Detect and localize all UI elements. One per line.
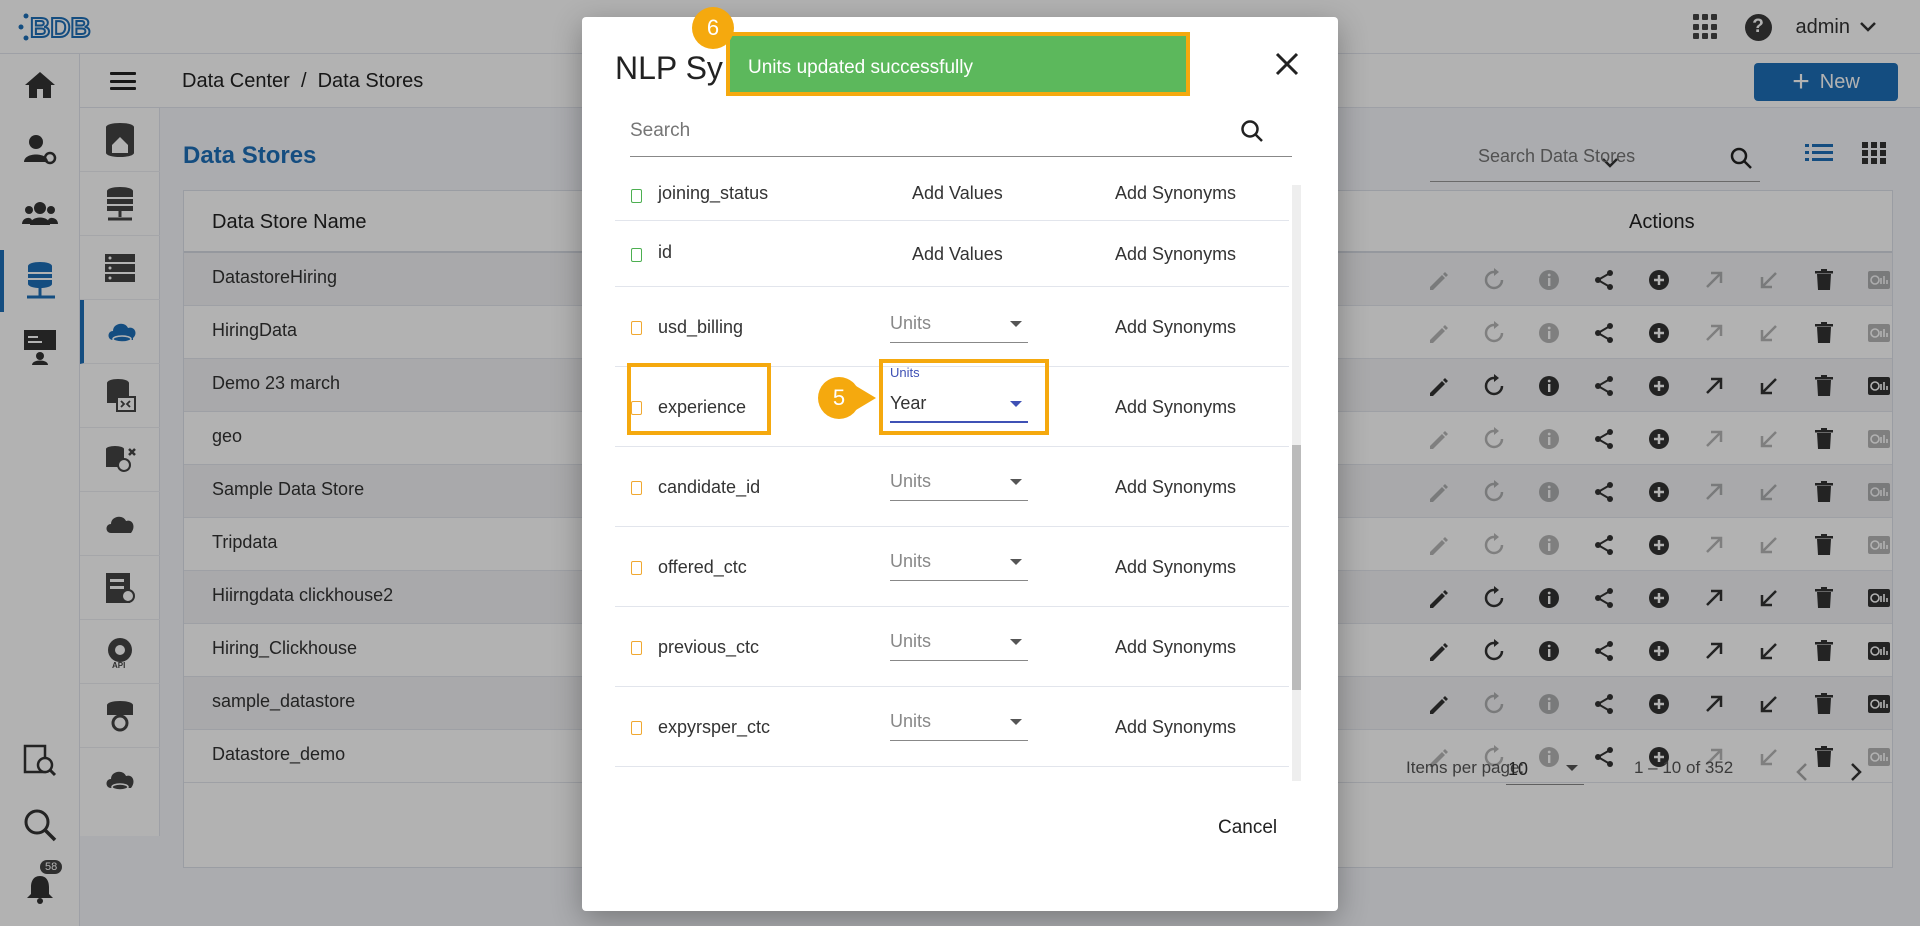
caret-down-icon: [1010, 479, 1022, 485]
list-item: id Add Values Add Synonyms: [615, 221, 1289, 287]
checkbox[interactable]: [631, 481, 642, 495]
units-select-value: Units: [890, 551, 932, 571]
column-name: previous_ctc: [658, 637, 760, 657]
modal-search-input[interactable]: [630, 111, 1230, 151]
units-select-value: Units: [890, 471, 932, 491]
highlight-experience: [627, 363, 771, 435]
list-item: previous_ctc Units Add Synonyms: [615, 607, 1289, 687]
success-toast: Units updated successfully: [726, 32, 1190, 96]
column-name: offered_ctc: [658, 557, 747, 577]
add-synonyms-link[interactable]: Add Synonyms: [1115, 477, 1236, 498]
scrollbar-thumb[interactable]: [1292, 445, 1301, 690]
column-name: usd_billing: [658, 317, 744, 337]
units-select[interactable]: Units: [890, 465, 1028, 501]
column-name: candidate_id: [658, 477, 761, 497]
caret-down-icon: [1010, 639, 1022, 645]
list-scrollbar[interactable]: [1292, 185, 1301, 781]
units-select[interactable]: Units: [890, 625, 1028, 661]
list-item: candidate_id Units Add Synonyms: [615, 447, 1289, 527]
add-synonyms-link[interactable]: Add Synonyms: [1115, 317, 1236, 338]
units-select[interactable]: Units: [890, 545, 1028, 581]
add-values-link[interactable]: Add Values: [912, 185, 1003, 204]
column-name: id: [658, 242, 673, 262]
add-synonyms-link[interactable]: Add Synonyms: [1115, 637, 1236, 658]
list-item: usd_billing Units Add Synonyms: [615, 287, 1289, 367]
column-name: joining_status: [658, 185, 769, 203]
checkbox[interactable]: [631, 189, 642, 203]
add-values-link[interactable]: Add Values: [912, 244, 1003, 265]
caret-down-icon: [1010, 719, 1022, 725]
search-icon[interactable]: [1240, 119, 1264, 143]
callout-pointer: [856, 386, 876, 410]
cancel-button[interactable]: Cancel: [1218, 817, 1277, 839]
caret-down-icon: [1010, 321, 1022, 327]
units-select-value: Units: [890, 631, 932, 651]
column-name: expyrsper_ctc: [658, 717, 771, 737]
checkbox[interactable]: [631, 721, 642, 735]
add-synonyms-link[interactable]: Add Synonyms: [1115, 244, 1236, 265]
checkbox[interactable]: [631, 641, 642, 655]
add-synonyms-link[interactable]: Add Synonyms: [1115, 185, 1236, 204]
units-select-value: Units: [890, 711, 932, 731]
checkbox[interactable]: [631, 561, 642, 575]
list-item: offered_ctc Units Add Synonyms: [615, 527, 1289, 607]
add-synonyms-link[interactable]: Add Synonyms: [1115, 717, 1236, 738]
list-item: expyrsper_ctc Units Add Synonyms: [615, 687, 1289, 767]
checkbox[interactable]: [631, 248, 642, 262]
add-synonyms-link[interactable]: Add Synonyms: [1115, 397, 1236, 418]
modal-title: NLP Sy: [615, 50, 723, 86]
nlp-synonyms-modal: NLP Sy joining_status Add Values Add Syn…: [582, 17, 1338, 911]
checkbox[interactable]: [631, 321, 642, 335]
units-select[interactable]: Units: [890, 705, 1028, 741]
columns-list: joining_status Add Values Add Synonyms i…: [615, 185, 1305, 795]
caret-down-icon: [1010, 559, 1022, 565]
close-icon[interactable]: [1272, 49, 1302, 79]
units-select-value: Units: [890, 313, 932, 333]
step-callout-6: 6: [692, 7, 734, 49]
modal-search-box: [630, 111, 1292, 157]
step-callout-5: 5: [818, 377, 860, 419]
add-synonyms-link[interactable]: Add Synonyms: [1115, 557, 1236, 578]
units-select[interactable]: Units: [890, 307, 1028, 343]
list-item: joining_status Add Values Add Synonyms: [615, 185, 1289, 221]
highlight-units-select: [879, 359, 1049, 435]
